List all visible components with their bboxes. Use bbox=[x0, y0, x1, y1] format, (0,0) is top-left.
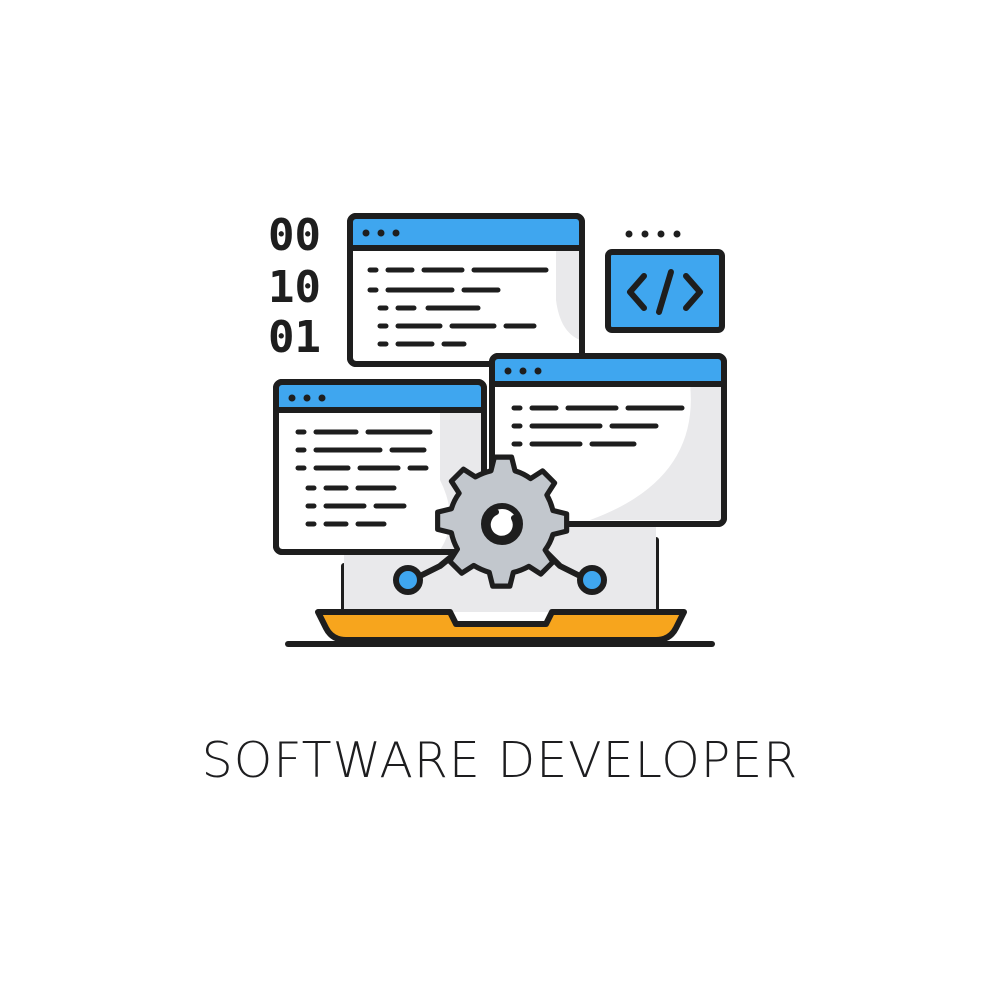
window-dots bbox=[504, 367, 542, 375]
code-brackets-icon bbox=[605, 230, 725, 333]
software-developer-illustration: 00 10 01 bbox=[268, 210, 727, 647]
binary-row-2: 10 bbox=[268, 262, 321, 313]
badge-dots bbox=[625, 230, 681, 238]
window-dots bbox=[288, 394, 326, 402]
gear-icon bbox=[435, 454, 570, 589]
window-dots bbox=[362, 229, 400, 237]
node-left-icon bbox=[393, 565, 423, 595]
binary-digits: 00 10 01 bbox=[268, 210, 321, 363]
node-right-icon bbox=[577, 565, 607, 595]
icon-canvas: 00 10 01 SOFTWARE DEVELOPER bbox=[0, 0, 1000, 1000]
code-window-top bbox=[347, 213, 585, 367]
binary-row-1: 00 bbox=[268, 210, 321, 261]
caption-title: SOFTWARE DEVELOPER bbox=[201, 732, 799, 789]
binary-row-3: 01 bbox=[268, 312, 321, 363]
